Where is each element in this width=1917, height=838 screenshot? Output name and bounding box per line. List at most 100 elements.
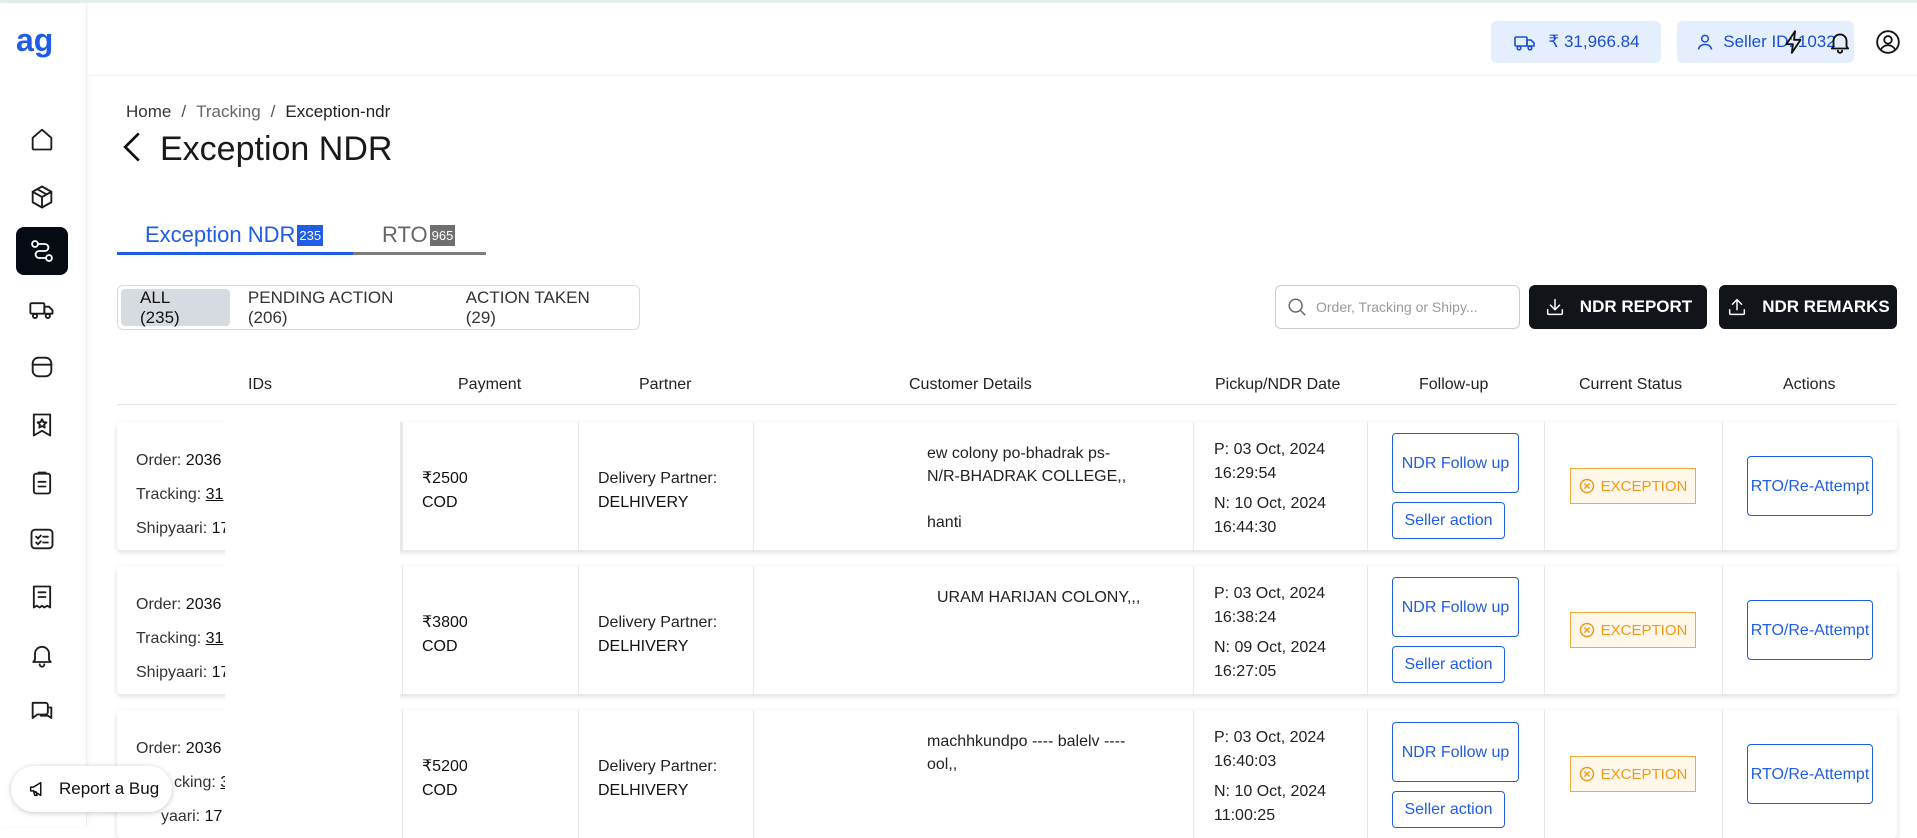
checklist-icon[interactable] — [16, 515, 68, 563]
close-circle-icon — [1579, 478, 1594, 494]
order-id: 2036 — [185, 452, 222, 469]
filter-all[interactable]: ALL (235) — [121, 288, 230, 327]
megaphone-icon — [29, 781, 42, 797]
column-divider — [402, 710, 403, 838]
column-divider — [753, 422, 754, 550]
customer-address-line: ool,, — [927, 756, 958, 773]
ndr-remarks-button[interactable]: NDR REMARKS — [1719, 285, 1897, 329]
filter-pending-action[interactable]: PENDING ACTION (206) — [230, 288, 448, 327]
route-tracking-icon[interactable] — [16, 227, 68, 275]
column-divider — [1722, 422, 1723, 550]
upload-icon — [1729, 298, 1746, 316]
payment-amount: ₹2500 — [422, 470, 468, 487]
payment-mode: COD — [422, 494, 458, 511]
brand-logo[interactable]: ag — [14, 22, 64, 65]
ndr-follow-up-button[interactable]: NDR Follow up — [1392, 722, 1519, 782]
account-icon[interactable] — [1873, 27, 1903, 57]
ndr-follow-up-button[interactable]: NDR Follow up — [1392, 433, 1519, 493]
tab-count-badge: 965 — [429, 225, 456, 246]
status-badge: EXCEPTION — [1570, 612, 1696, 648]
pickup-date: P: 03 Oct, 2024 — [1214, 441, 1326, 458]
ndr-follow-up-button[interactable]: NDR Follow up — [1392, 577, 1519, 637]
column-divider — [753, 566, 754, 694]
user-icon — [1697, 34, 1713, 50]
column-divider — [1193, 710, 1194, 838]
report-bug-label: Report a Bug — [59, 779, 160, 798]
back-arrow-icon[interactable] — [118, 130, 146, 169]
ndr-time: 11:00:25 — [1214, 807, 1276, 824]
bell-icon[interactable] — [1825, 27, 1855, 57]
pickup-time: 16:29:54 — [1214, 465, 1277, 482]
column-divider — [1544, 566, 1545, 694]
ids-cell: Order: 2036 Tracking: 31 Shipyaari: 17 — [136, 444, 229, 546]
ndr-date: N: 10 Oct, 2024 — [1214, 783, 1327, 800]
rto-reattempt-button[interactable]: RTO/Re-Attempt — [1747, 600, 1873, 660]
clipboard-icon[interactable] — [16, 459, 68, 507]
lightning-icon[interactable] — [1779, 27, 1809, 57]
column-divider — [1367, 422, 1368, 550]
breadcrumb-tracking[interactable]: Tracking — [196, 102, 261, 122]
pickup-time: 16:38:24 — [1214, 609, 1277, 626]
filter-action-taken[interactable]: ACTION TAKEN (29) — [448, 288, 636, 327]
rto-reattempt-button[interactable]: RTO/Re-Attempt — [1747, 456, 1873, 516]
partner-name: DELHIVERY — [598, 494, 689, 511]
column-divider — [1722, 710, 1723, 838]
wallet-balance-button[interactable]: ₹ 31,966.84 — [1491, 21, 1661, 63]
column-divider — [1193, 422, 1194, 550]
customer-name: hanti — [927, 514, 962, 531]
table-header: IDs Payment Partner Customer Details Pic… — [117, 370, 1897, 405]
pickup-date: P: 03 Oct, 2024 — [1214, 585, 1326, 602]
ndr-time: 16:44:30 — [1214, 519, 1277, 536]
order-label: Order: — [136, 740, 182, 757]
column-header-actions: Actions — [1783, 376, 1836, 393]
seller-action-button[interactable]: Seller action — [1392, 502, 1505, 539]
home-icon[interactable] — [16, 115, 68, 163]
search-input[interactable] — [1316, 299, 1506, 315]
status-text: EXCEPTION — [1600, 621, 1688, 639]
pickup-ndr-date-cell: P: 03 Oct, 2024 16:40:03 N: 10 Oct, 2024… — [1214, 726, 1326, 828]
close-circle-icon — [1579, 766, 1594, 782]
partner-cell: Delivery Partner: DELHIVERY — [598, 755, 717, 803]
tab-rto[interactable]: RTO 965 — [382, 222, 456, 248]
shipyaari-label: Shipyaari: — [136, 520, 208, 537]
truck-rupee-icon[interactable] — [16, 285, 68, 333]
tab-label: Exception NDR — [145, 222, 296, 247]
partner-name: DELHIVERY — [598, 638, 689, 655]
order-label: Order: — [136, 596, 182, 613]
shipyaari-label: Shipyaari: — [136, 664, 208, 681]
seller-action-button[interactable]: Seller action — [1392, 791, 1505, 828]
payment-amount: ₹5200 — [422, 758, 468, 775]
partner-cell: Delivery Partner: DELHIVERY — [598, 611, 717, 659]
ids-overlay-mask — [225, 418, 400, 800]
wallet-truck-icon — [1514, 36, 1536, 51]
tab-bar: Exception NDR 235 RTO 965 — [117, 216, 486, 255]
partner-label: Delivery Partner: — [598, 758, 718, 775]
tracking-label: Tracking: — [136, 630, 202, 647]
column-divider — [1367, 710, 1368, 838]
package-icon[interactable] — [16, 173, 68, 221]
status-badge: EXCEPTION — [1570, 756, 1696, 792]
partner-label: Delivery Partner: — [598, 614, 718, 631]
chat-icon[interactable] — [16, 687, 68, 735]
sidebar: ag — [0, 3, 87, 826]
tab-exception-ndr[interactable]: Exception NDR 235 — [145, 222, 324, 248]
rto-reattempt-button[interactable]: RTO/Re-Attempt — [1747, 744, 1873, 804]
seller-action-button[interactable]: Seller action — [1392, 646, 1505, 683]
ndr-report-button[interactable]: NDR REPORT — [1529, 285, 1707, 329]
column-divider — [753, 710, 754, 838]
customer-address-line: N/R-BHADRAK COLLEGE,, — [927, 468, 1127, 485]
receipt-icon[interactable] — [16, 573, 68, 621]
tracking-id-link[interactable]: 31 — [206, 486, 224, 503]
column-divider — [400, 422, 402, 550]
order-id: 2036 — [185, 596, 222, 613]
svg-text:ag: ag — [16, 25, 53, 58]
order-id: 2036 — [185, 740, 222, 757]
customer-details-cell: URAM HARIJAN COLONY,,, — [937, 586, 1157, 609]
tracking-id-link[interactable]: 31 — [206, 630, 224, 647]
report-bug-button[interactable]: Report a Bug — [11, 766, 172, 812]
bell-icon[interactable] — [16, 631, 68, 679]
breadcrumb-home[interactable]: Home — [126, 102, 171, 122]
star-badge-icon[interactable] — [16, 401, 68, 449]
box-icon[interactable] — [16, 343, 68, 391]
payment-cell: ₹5200 COD — [422, 755, 468, 803]
